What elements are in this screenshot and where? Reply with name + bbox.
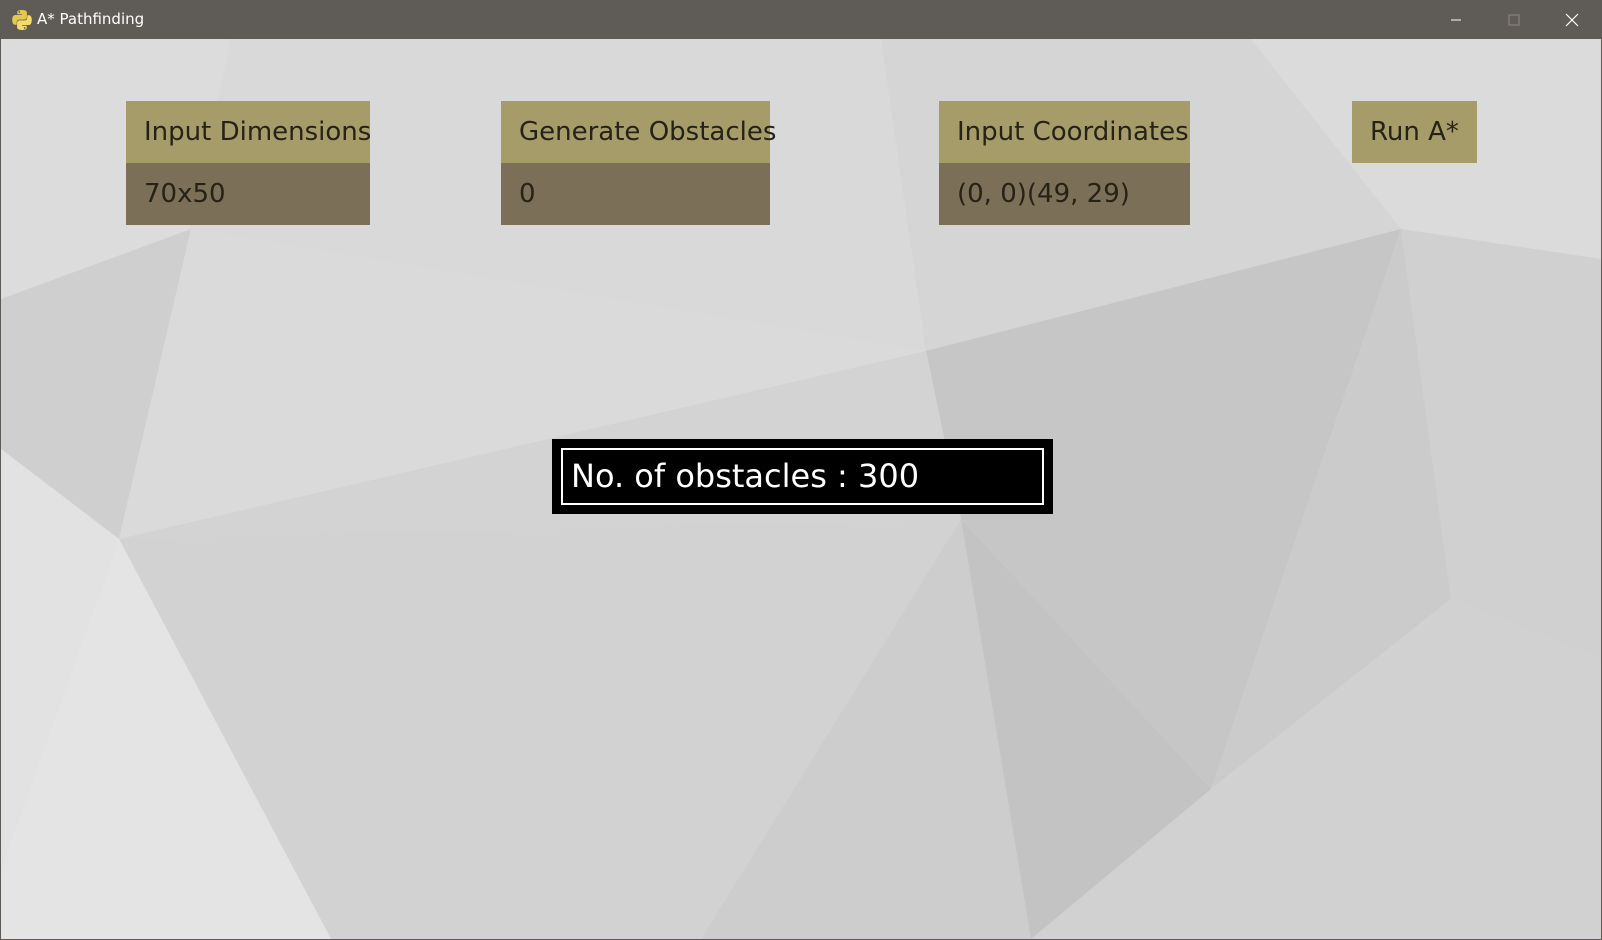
- obstacle-count-dialog: No. of obstacles : 300: [552, 439, 1053, 514]
- generate-obstacles-button[interactable]: Generate Obstacles: [501, 101, 776, 163]
- maximize-icon: [1508, 14, 1520, 25]
- coordinates-panel: Input Coordinates (0, 0)(49, 29): [939, 101, 1190, 225]
- minimize-button[interactable]: [1427, 0, 1485, 39]
- run-panel: Run A*: [1352, 101, 1477, 163]
- obstacle-count-input[interactable]: No. of obstacles : 300: [561, 448, 1044, 505]
- input-coordinates-button[interactable]: Input Coordinates: [939, 101, 1190, 163]
- coordinates-value: (0, 0)(49, 29): [939, 163, 1190, 225]
- dimensions-value: 70x50: [126, 163, 370, 225]
- run-astar-button[interactable]: Run A*: [1352, 101, 1477, 163]
- minimize-icon: [1451, 19, 1461, 20]
- dimensions-panel: Input Dimensions 70x50: [126, 101, 371, 225]
- window-title: A* Pathfinding: [37, 10, 145, 28]
- app-canvas: Input Dimensions 70x50 Generate Obstacle…: [1, 39, 1601, 939]
- close-button[interactable]: [1543, 0, 1601, 39]
- obstacles-panel: Generate Obstacles 0: [501, 101, 776, 225]
- python-icon: [11, 9, 33, 31]
- app-window: A* Pathfinding Input Dimensions 70x50 Ge…: [0, 0, 1602, 940]
- close-icon: [1565, 13, 1579, 26]
- maximize-button[interactable]: [1485, 0, 1543, 39]
- title-bar[interactable]: A* Pathfinding: [1, 0, 1601, 39]
- obstacles-value: 0: [501, 163, 770, 225]
- input-dimensions-button[interactable]: Input Dimensions: [126, 101, 371, 163]
